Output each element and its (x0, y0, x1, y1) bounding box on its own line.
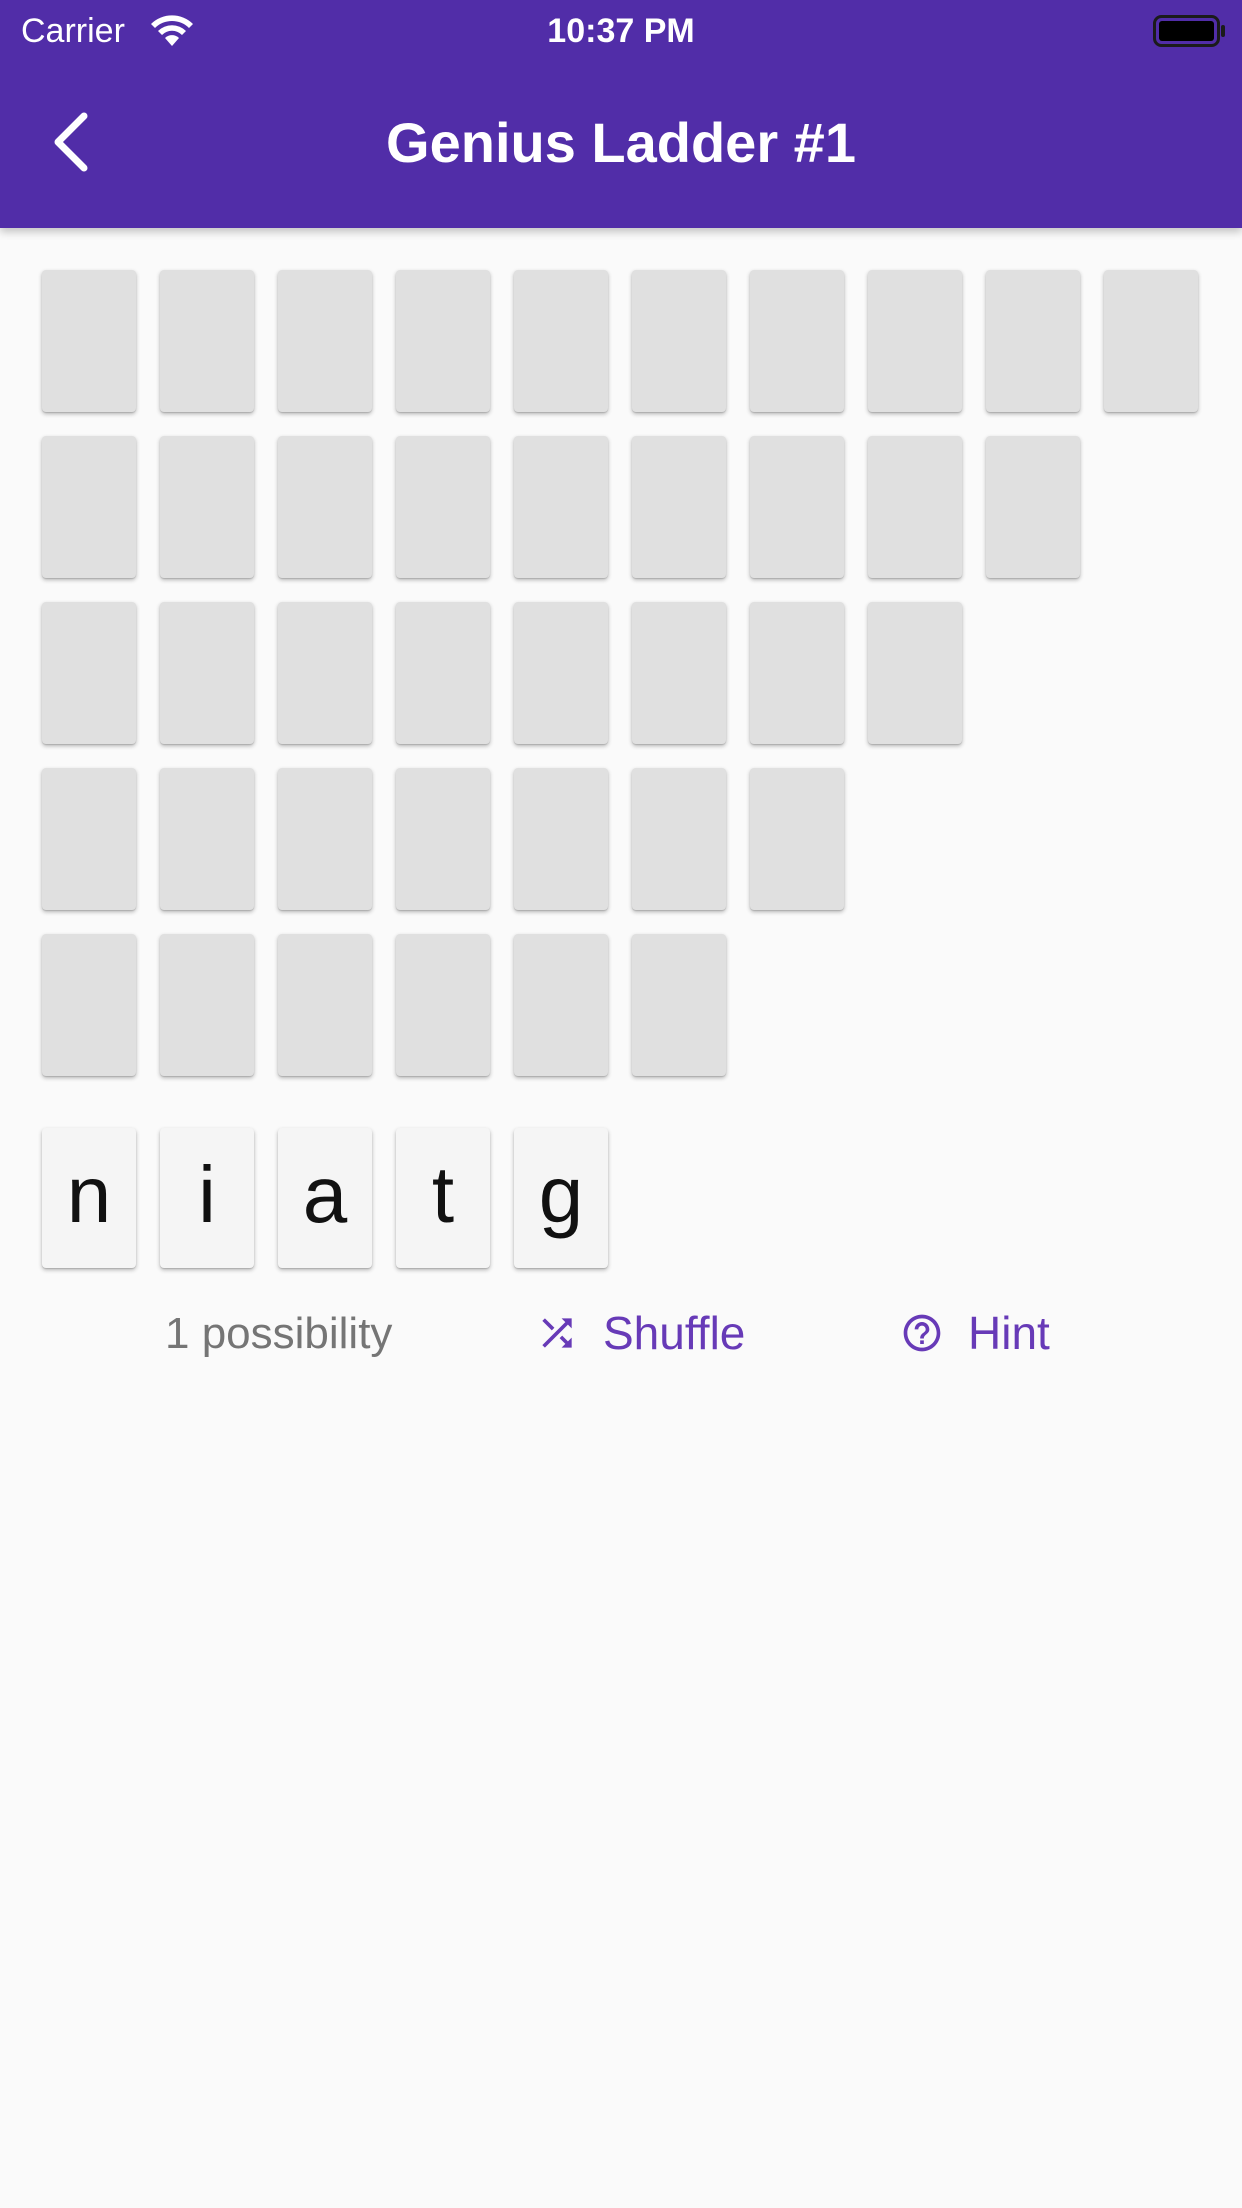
empty-tile (632, 934, 726, 1076)
empty-tile (750, 602, 844, 744)
empty-tile (160, 436, 254, 578)
letter-tile-g[interactable]: g (514, 1128, 608, 1268)
empty-tile (868, 270, 962, 412)
letter-tile-t[interactable]: t (396, 1128, 490, 1268)
battery-icon (1153, 15, 1227, 47)
status-time: 10:37 PM (547, 12, 695, 50)
letter-tile-i[interactable]: i (160, 1128, 254, 1268)
empty-tile (396, 602, 490, 744)
empty-tile (396, 934, 490, 1076)
empty-tile (278, 270, 372, 412)
empty-tile (514, 436, 608, 578)
empty-tile (42, 934, 136, 1076)
empty-tile (1104, 270, 1198, 412)
empty-tile (278, 436, 372, 578)
status-bar: Carrier 10:37 PM (0, 0, 1242, 62)
empty-tile (278, 934, 372, 1076)
empty-tile (396, 436, 490, 578)
ladder-row (42, 602, 1202, 744)
empty-tile (160, 602, 254, 744)
possibility-count: 1 possibility (165, 1309, 393, 1358)
letter-label: g (538, 1150, 584, 1239)
empty-tile (514, 270, 608, 412)
hint-button[interactable]: Hint (900, 1300, 1050, 1366)
empty-tile (160, 934, 254, 1076)
empty-tile (278, 602, 372, 744)
empty-tile (160, 270, 254, 412)
word-ladder-board (42, 270, 1202, 1100)
help-circle-icon (900, 1311, 944, 1355)
empty-tile (160, 768, 254, 910)
letter-tile-n[interactable]: n (42, 1128, 136, 1268)
empty-tile (42, 602, 136, 744)
empty-tile (632, 270, 726, 412)
empty-tile (42, 436, 136, 578)
letter-label: i (198, 1150, 216, 1239)
ladder-row (42, 768, 1202, 910)
app-screen: Carrier 10:37 PM Genius Ladder #1 n i a … (0, 0, 1242, 2208)
shuffle-button[interactable]: Shuffle (535, 1300, 745, 1366)
letter-rack: n i a t g (42, 1128, 632, 1268)
empty-tile (278, 768, 372, 910)
empty-tile (514, 934, 608, 1076)
empty-tile (514, 768, 608, 910)
hint-label: Hint (968, 1307, 1050, 1359)
letter-label: a (302, 1150, 348, 1239)
ladder-row (42, 934, 1202, 1076)
empty-tile (632, 436, 726, 578)
empty-tile (42, 768, 136, 910)
empty-tile (868, 436, 962, 578)
empty-tile (396, 270, 490, 412)
app-bar: Carrier 10:37 PM Genius Ladder #1 (0, 0, 1242, 228)
empty-tile (632, 602, 726, 744)
empty-tile (750, 270, 844, 412)
empty-tile (868, 602, 962, 744)
empty-tile (632, 768, 726, 910)
ladder-row (42, 436, 1202, 578)
empty-tile (396, 768, 490, 910)
empty-tile (750, 768, 844, 910)
page-title: Genius Ladder #1 (386, 111, 856, 174)
letter-label: t (431, 1150, 455, 1239)
empty-tile (750, 436, 844, 578)
empty-tile (514, 602, 608, 744)
letter-label: n (66, 1150, 112, 1239)
ladder-row (42, 270, 1202, 412)
empty-tile (42, 270, 136, 412)
empty-tile (986, 270, 1080, 412)
shuffle-label: Shuffle (603, 1307, 746, 1359)
empty-tile (986, 436, 1080, 578)
letter-tile-a[interactable]: a (278, 1128, 372, 1268)
shuffle-icon (535, 1311, 579, 1355)
